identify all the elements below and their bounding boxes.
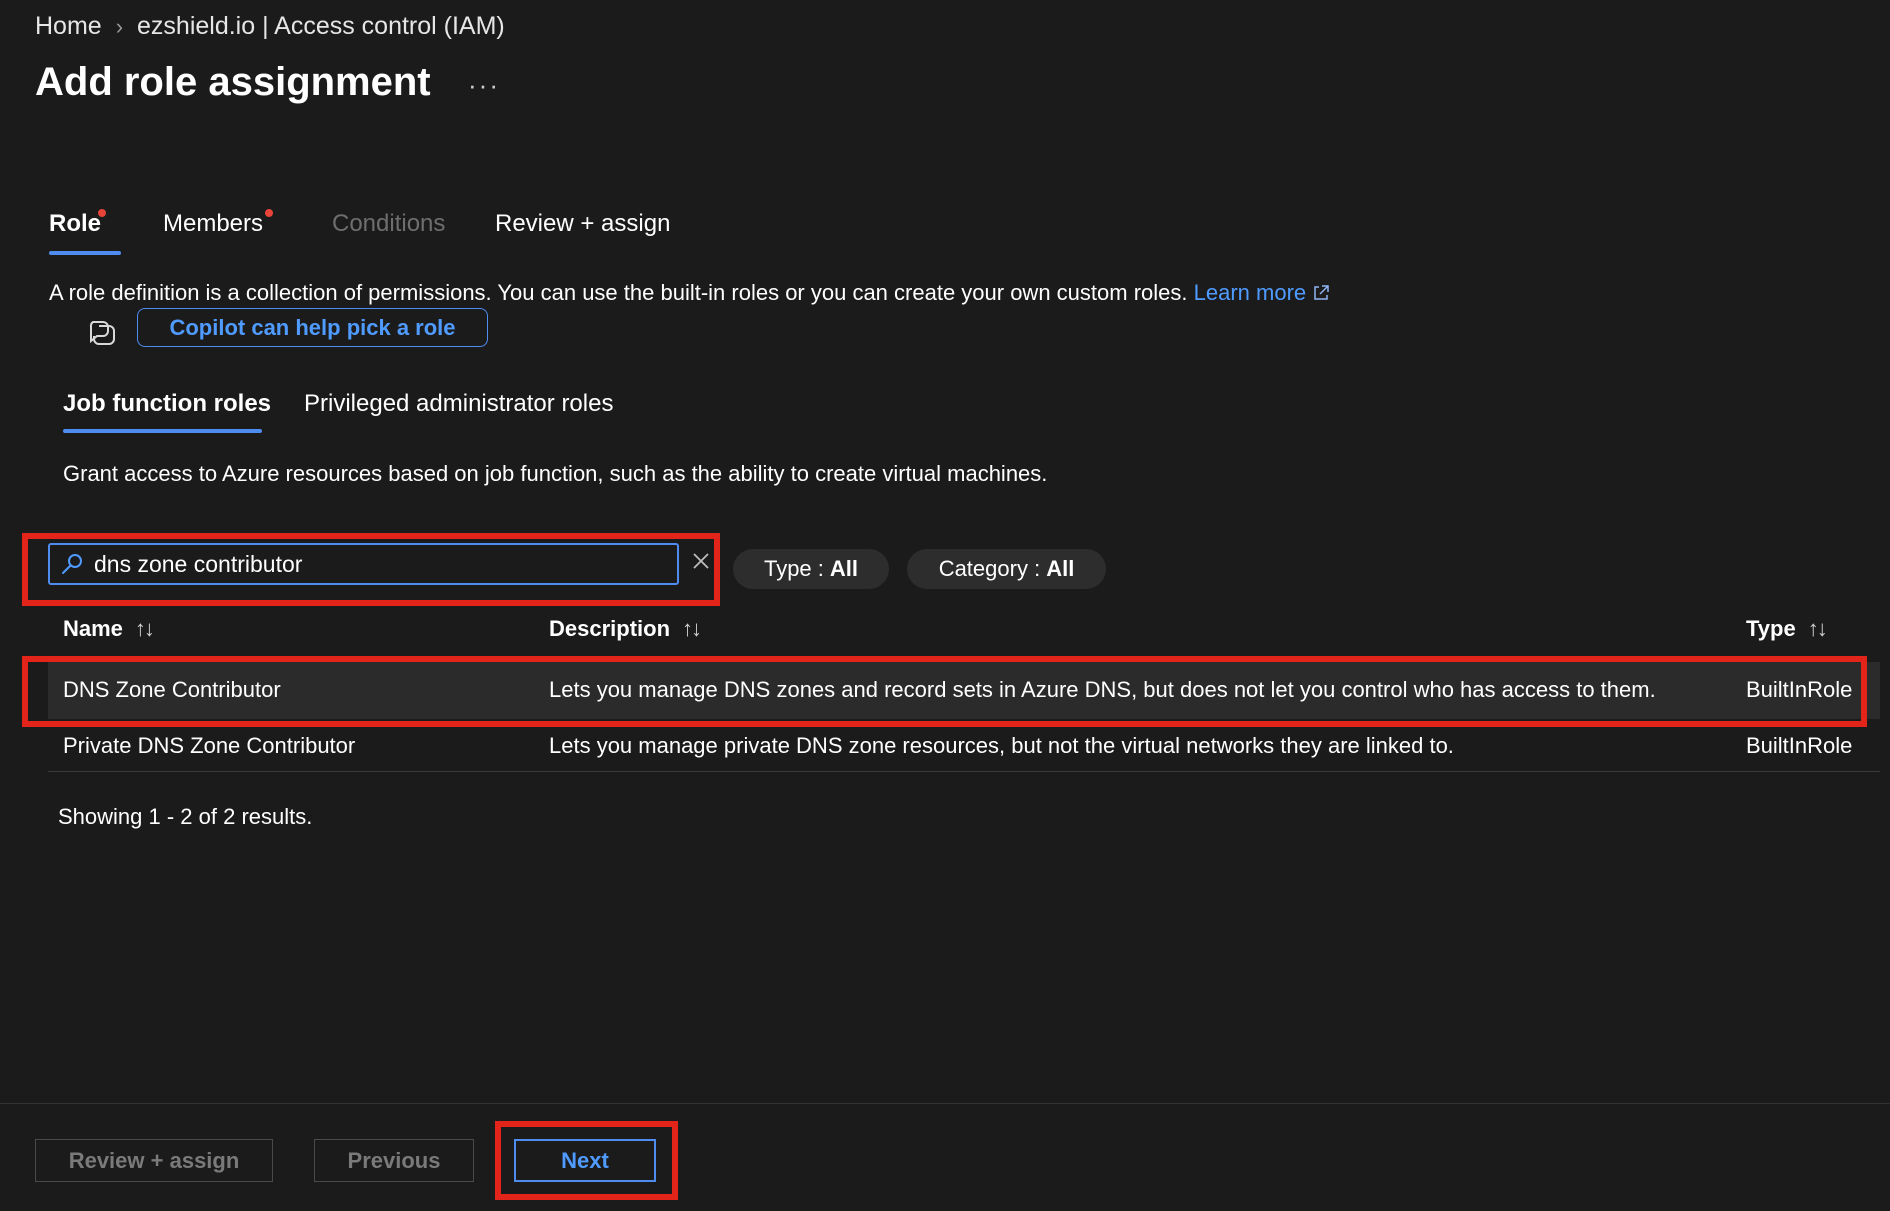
description-text: A role definition is a collection of per…	[49, 280, 1188, 305]
sort-icon: ↑↓	[682, 616, 702, 641]
required-dot-members	[265, 209, 273, 217]
breadcrumb-home[interactable]: Home	[35, 12, 102, 41]
review-assign-button[interactable]: Review + assign	[35, 1139, 273, 1182]
search-input[interactable]	[92, 549, 656, 579]
subtab-privileged-admin-roles[interactable]: Privileged administrator roles	[304, 390, 613, 418]
column-type-label: Type	[1746, 616, 1796, 641]
type-filter[interactable]: Type : All	[733, 549, 889, 589]
tab-role[interactable]: Role	[49, 210, 101, 238]
breadcrumb-separator-icon: ›	[115, 13, 124, 39]
subtab-underline	[63, 429, 262, 433]
column-header-type[interactable]: Type ↑↓	[1746, 616, 1828, 642]
page-title: Add role assignment	[35, 60, 431, 104]
more-options-icon[interactable]: ···	[468, 70, 500, 101]
learn-more-link[interactable]: Learn more	[1194, 280, 1307, 305]
breadcrumb-iam[interactable]: ezshield.io | Access control (IAM)	[137, 12, 505, 41]
column-header-description[interactable]: Description ↑↓	[549, 616, 702, 642]
column-description-label: Description	[549, 616, 671, 641]
type-filter-value: All	[829, 556, 859, 581]
role-description: Lets you manage private DNS zone resourc…	[549, 733, 1454, 758]
required-dot-role	[98, 209, 106, 217]
sort-icon: ↑↓	[1807, 616, 1828, 641]
role-name: Private DNS Zone Contributor	[63, 733, 356, 758]
category-filter-label: Category :	[938, 556, 1041, 581]
column-name-label: Name	[63, 616, 123, 641]
category-filter-value: All	[1046, 556, 1075, 581]
role-type: BuiltInRole	[1746, 733, 1853, 758]
search-box	[48, 543, 679, 585]
previous-button[interactable]: Previous	[314, 1139, 474, 1182]
clear-search-icon[interactable]	[690, 550, 712, 572]
tab-role-underline	[49, 251, 121, 255]
tab-review-assign[interactable]: Review + assign	[495, 210, 670, 238]
subtab-job-function-roles[interactable]: Job function roles	[63, 390, 271, 418]
table-row[interactable]: Private DNS Zone Contributor Lets you ma…	[48, 717, 1880, 774]
role-definition-description: A role definition is a collection of per…	[49, 280, 1330, 306]
tab-members[interactable]: Members	[163, 210, 263, 238]
tab-conditions: Conditions	[332, 210, 446, 237]
job-function-description: Grant access to Azure resources based on…	[63, 461, 1048, 486]
search-icon	[62, 554, 82, 574]
breadcrumb: Home › ezshield.io | Access control (IAM…	[35, 12, 505, 41]
copilot-help-button[interactable]: Copilot can help pick a role	[137, 308, 488, 347]
copilot-icon	[89, 321, 115, 345]
external-link-icon	[1314, 285, 1330, 300]
category-filter[interactable]: Category : All	[907, 549, 1106, 589]
footer-divider	[0, 1103, 1890, 1104]
column-header-name[interactable]: Name ↑↓	[63, 616, 155, 642]
sort-icon: ↑↓	[134, 616, 155, 641]
results-count: Showing 1 - 2 of 2 results.	[58, 804, 313, 829]
next-button[interactable]: Next	[514, 1139, 656, 1182]
row-divider	[48, 771, 1880, 772]
type-filter-label: Type :	[763, 556, 824, 581]
